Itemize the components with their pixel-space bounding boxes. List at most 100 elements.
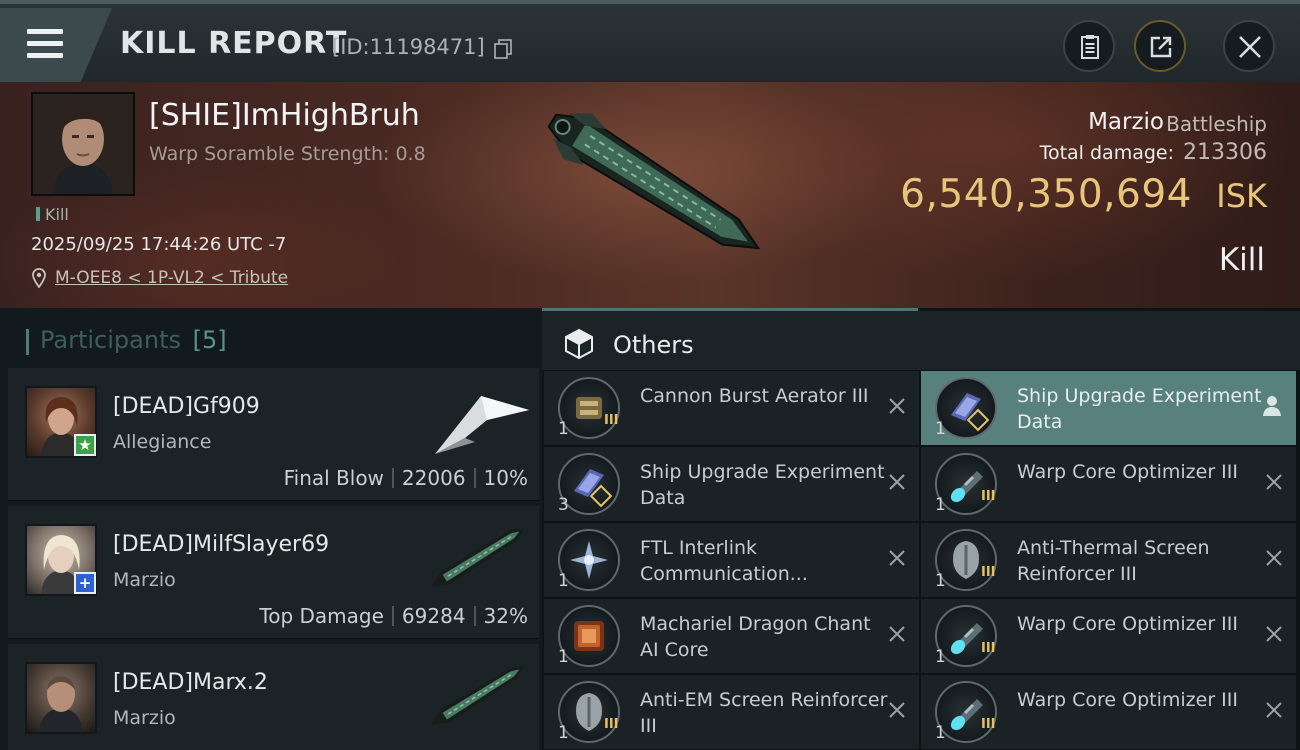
participant-percent: 32% [483,604,528,628]
item-row[interactable]: 1 III Cannon Burst Aerator III [544,371,919,445]
participant-name[interactable]: [DEAD]Gf909 [113,394,260,419]
avatar [25,662,97,734]
item-name: FTL Interlink Communication... [640,537,808,585]
item-quantity: 1 [935,647,946,667]
item-quantity: 1 [935,495,946,515]
item-quantity: 1 [558,571,569,591]
share-icon [1150,36,1172,58]
participant-ship-image [431,528,525,587]
item-name: Anti-EM Screen Reinforcer III [640,689,888,737]
item-row[interactable]: 1 FTL Interlink Communication... [544,523,919,597]
kill-tag: Kill [36,205,69,224]
item-row[interactable]: 1 III Anti-EM Screen Reinforcer III [544,675,919,749]
destroyed-x-icon [889,398,905,414]
participants-header[interactable]: Participants [5] [26,326,227,355]
cube-icon [565,328,593,360]
participant-damage: 22006 [401,466,466,490]
location-pin-icon [32,268,46,288]
item-name: Warp Core Optimizer III [1017,461,1238,483]
item-tier: III [604,717,619,732]
item-row[interactable]: 1 Machariel Dragon Chant AI Core [544,599,919,673]
victim-subtitle: Warp Soramble Strength: 0.8 [149,143,426,165]
destroyed-x-icon [1266,702,1282,718]
victim-avatar[interactable] [31,92,135,196]
destroyed-x-icon [889,626,905,642]
item-tier: III [981,565,996,580]
destroyed-x-icon [889,702,905,718]
destroyed-x-icon [889,474,905,490]
kill-location-link[interactable]: M-OEE8 < 1P-VL2 < Tribute [55,268,288,288]
item-row[interactable]: 1 III Warp Core Optimizer III [921,599,1296,673]
participant-ship: Allegiance [113,431,212,453]
victim-name[interactable]: [SHIE]ImHighBruh [149,98,420,133]
participant-card[interactable]: + [DEAD]MilfSlayer69 Marzio Top Damage 69… [8,506,539,639]
isk-unit: ISK [1216,177,1267,215]
participants-panel: Participants [5] ★ [DEAD]Gf909 Allegianc… [0,308,542,750]
participant-card[interactable]: [DEAD]Marx.2 Marzio [8,644,539,750]
item-row[interactable]: 1 III Warp Core Optimizer III [921,675,1296,749]
item-quantity: 1 [935,419,946,439]
item-tier: III [981,641,996,656]
victim-ship-class: Battleship [1166,112,1267,136]
kill-timestamp: 2025/09/25 17:44:26 UTC -7 [31,234,287,255]
destroyed-x-icon [889,550,905,566]
pilot-portrait-icon [39,676,83,732]
participant-damage: 69284 [401,604,466,628]
page-title: KILL REPORT [120,26,348,61]
participants-count: [5] [192,326,227,354]
user-icon [1263,396,1281,416]
total-damage-value: 213306 [1183,140,1267,165]
destroyed-x-icon [1266,550,1282,566]
menu-button[interactable] [0,8,112,82]
report-icon [1081,35,1099,59]
participant-ship: Marzio [113,569,176,591]
items-panel: Others 1 III Cannon Burst Aerator III 3 … [542,308,1300,750]
pilot-portrait-icon [33,94,133,194]
item-name: Ship Upgrade Experiment Data [640,461,885,509]
participant-ship-image [431,666,525,725]
menu-icon [27,29,63,34]
item-row[interactable]: 1 III Warp Core Optimizer III [921,447,1296,521]
tab-others[interactable]: Others [542,308,1300,370]
item-row[interactable]: 3 Ship Upgrade Experiment Data [544,447,919,521]
share-button[interactable] [1134,20,1186,72]
item-row[interactable]: 1 III Anti-Thermal Screen Reinforcer III [921,523,1296,597]
title-bar: KILL REPORT [ID:11198471] [0,0,1300,82]
participant-name[interactable]: [DEAD]Marx.2 [113,670,268,695]
items-tab-label: Others [613,331,694,359]
item-tier: III [981,489,996,504]
copy-icon[interactable] [494,39,512,59]
participant-card[interactable]: ★ [DEAD]Gf909 Allegiance Final Blow 22006… [8,368,539,501]
victim-header: [SHIE]ImHighBruh Warp Soramble Strength:… [0,82,1300,308]
destroyed-x-icon [1266,626,1282,642]
close-icon [1239,36,1261,58]
report-id: [ID:11198471] [332,35,485,59]
participant-role: Top Damage [259,604,384,628]
item-tier: III [981,717,996,732]
item-tier: III [604,413,619,428]
item-name: Ship Upgrade Experiment Data [1017,385,1262,433]
participant-role: Final Blow [283,466,384,490]
star-badge-icon: ★ [74,434,96,456]
item-name: Warp Core Optimizer III [1017,689,1238,711]
close-button[interactable] [1223,20,1275,72]
item-row-selected[interactable]: 1 Ship Upgrade Experiment Data [921,371,1296,445]
item-quantity: 1 [558,723,569,743]
item-quantity: 1 [558,419,569,439]
plus-badge-icon: + [74,572,96,594]
item-quantity: 1 [935,571,946,591]
report-button[interactable] [1063,20,1115,72]
item-quantity: 1 [935,723,946,743]
isk-value: 6,540,350,694 [900,172,1192,217]
total-damage-label: Total damage: [1039,142,1174,164]
participant-ship: Marzio [113,707,176,729]
participant-percent: 10% [483,466,528,490]
victim-ship-name: Marzio [1088,109,1164,135]
kill-result: Kill [1218,242,1265,278]
participant-ship-image [435,396,529,454]
participant-stats: Final Blow 22006 10% [284,466,528,490]
participant-stats: Top Damage 69284 32% [259,604,528,628]
participant-name[interactable]: [DEAD]MilfSlayer69 [113,532,329,557]
destroyed-x-icon [1266,474,1282,490]
item-quantity: 3 [558,495,569,515]
